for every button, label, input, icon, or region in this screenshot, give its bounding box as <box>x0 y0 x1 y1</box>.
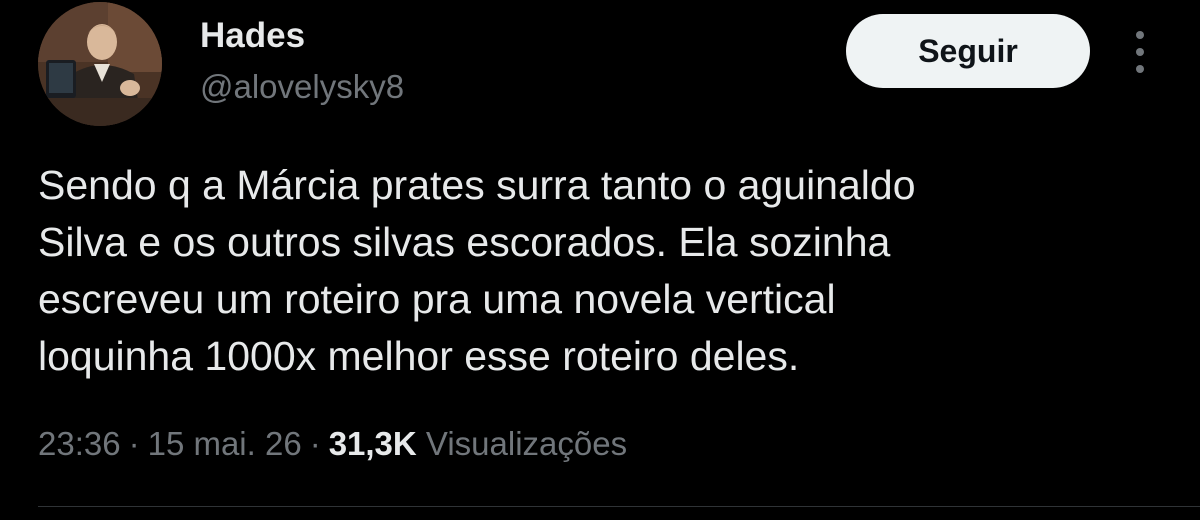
tweet-text-line: Silva e os outros silvas escorados. Ela … <box>38 219 891 265</box>
tweet-text-line: Sendo q a Márcia prates surra tanto o ag… <box>38 162 916 208</box>
tweet-text-line: loquinha 1000x melhor esse roteiro deles… <box>38 333 800 379</box>
tweet-metadata: 23:36 · 15 mai. 26 · 31,3K Visualizações <box>38 420 627 468</box>
display-name[interactable]: Hades <box>200 14 305 58</box>
tweet: Hades @alovelysky8 Seguir Sendo q a Márc… <box>0 0 1200 520</box>
views-label: Visualizações <box>425 425 628 462</box>
separator: · <box>309 425 321 462</box>
avatar[interactable] <box>38 2 162 126</box>
more-vertical-icon <box>1136 31 1144 39</box>
tweet-date[interactable]: 15 mai. 26 <box>148 425 302 462</box>
avatar-image <box>38 2 162 126</box>
divider <box>38 506 1200 507</box>
more-vertical-icon-dot <box>1136 48 1144 56</box>
tweet-time[interactable]: 23:36 <box>38 425 121 462</box>
tweet-text-line: escreveu um roteiro pra uma novela verti… <box>38 276 836 322</box>
user-handle[interactable]: @alovelysky8 <box>200 66 404 108</box>
tweet-text: Sendo q a Márcia prates surra tanto o ag… <box>38 157 1178 385</box>
more-vertical-icon-dot <box>1136 65 1144 73</box>
more-options-button[interactable] <box>1118 24 1162 80</box>
separator: · <box>128 425 140 462</box>
follow-button[interactable]: Seguir <box>846 14 1090 88</box>
views-count[interactable]: 31,3K <box>329 425 417 462</box>
